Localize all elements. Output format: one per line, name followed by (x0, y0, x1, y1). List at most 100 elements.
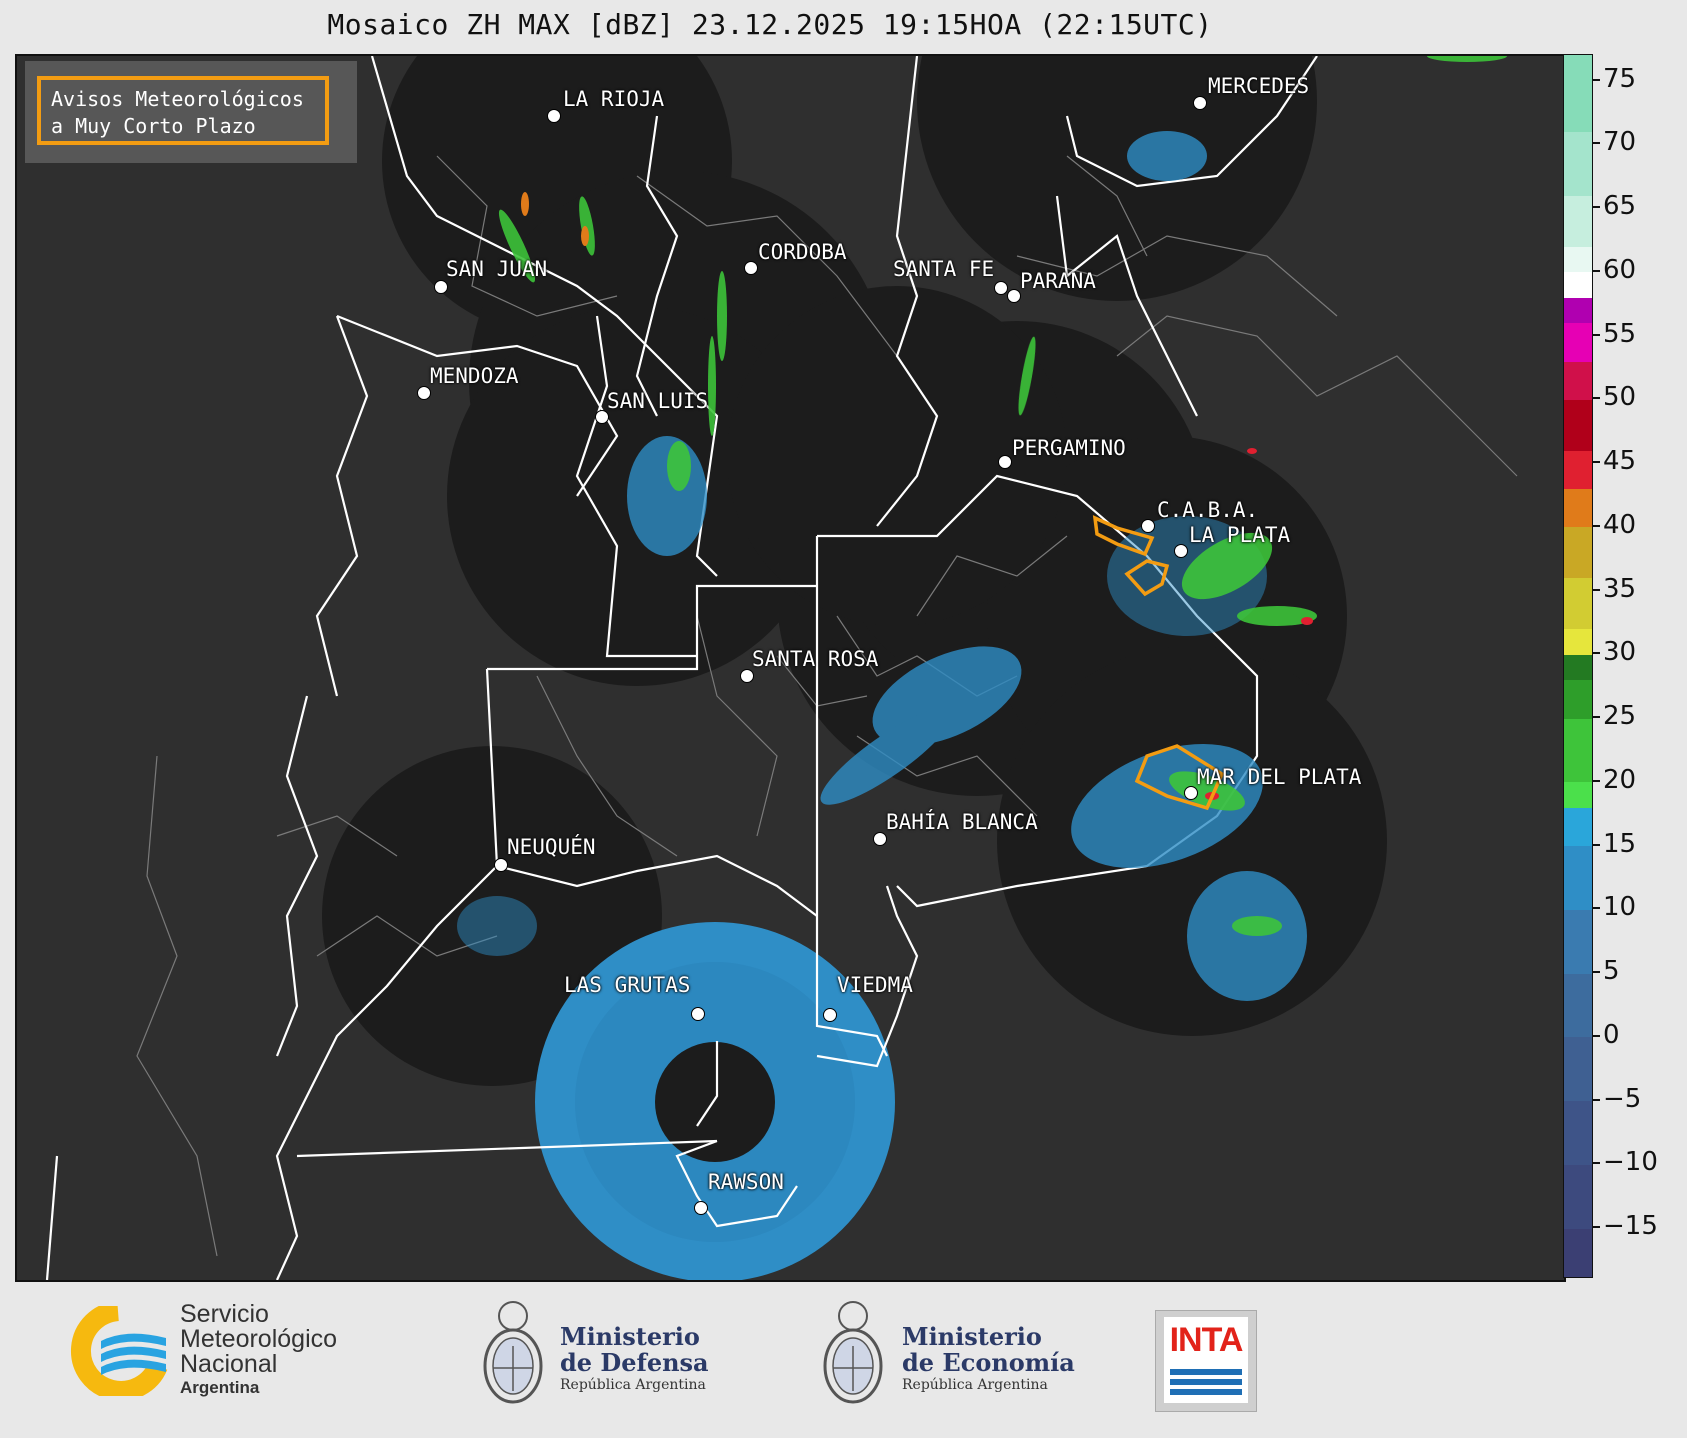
colorbar-tick-mark (1593, 907, 1600, 910)
city-label-bahia-blanca: BAHÍA BLANCA (886, 810, 1038, 834)
city-label-neuquen: NEUQUÉN (507, 835, 596, 859)
map-title: Mosaico ZH MAX [dBZ] 23.12.2025 19:15HOA… (327, 8, 1213, 41)
city-dot-la-rioja[interactable] (547, 109, 561, 123)
city-label-rawson: RAWSON (708, 1170, 784, 1194)
colorbar-tick-mark (1593, 779, 1600, 782)
colorbar-segment (1564, 246, 1592, 273)
city-dot-rawson[interactable] (694, 1201, 708, 1215)
colorbar-segment (1564, 1228, 1592, 1277)
city-label-viedma: VIEDMA (837, 973, 913, 997)
colorbar-segment (1564, 322, 1592, 362)
colorbar-tick-label: 0 (1603, 1019, 1620, 1050)
colorbar-tick-mark (1593, 652, 1600, 655)
colorbar-tick-label: 25 (1603, 701, 1637, 731)
smn-line-1: Servicio (180, 1300, 269, 1328)
dbz-colorbar (1563, 54, 1593, 1278)
city-label-santa-rosa: SANTA ROSA (752, 647, 879, 671)
city-dot-viedma[interactable] (823, 1008, 837, 1022)
colorbar-tick-label: 40 (1603, 509, 1637, 540)
colorbar-tick-label: −10 (1603, 1147, 1658, 1178)
colorbar-segment (1564, 271, 1592, 298)
city-dot-santa-rosa[interactable] (740, 669, 754, 683)
smn-line-3: Nacional (180, 1350, 278, 1378)
colorbar-tick-label: 30 (1603, 637, 1637, 668)
defensa-line-3: República Argentina (560, 1377, 706, 1393)
city-label-mendoza: MENDOZA (430, 364, 519, 388)
colorbar-tick-mark (1593, 1162, 1600, 1165)
city-dot-caba[interactable] (1141, 519, 1155, 533)
colorbar-segment (1564, 399, 1592, 451)
colorbar-tick-mark (1593, 78, 1600, 81)
coat-of-arms-icon (483, 1301, 543, 1404)
colorbar-segment (1564, 1100, 1592, 1165)
colorbar-tick-mark (1593, 1226, 1600, 1228)
city-dot-cordoba[interactable] (744, 261, 758, 275)
city-dot-mercedes[interactable] (1193, 96, 1207, 110)
city-label-san-luis: SAN LUIS (607, 389, 709, 413)
colorbar-tick-mark (1593, 142, 1600, 145)
colorbar-segment (1564, 131, 1592, 196)
colorbar-tick-mark (1593, 843, 1600, 846)
city-dot-mendoza[interactable] (417, 386, 431, 400)
radar-map[interactable]: Avisos Meteorológicos a Muy Corto Plazo … (15, 54, 1566, 1282)
defensa-line-2: de Defensa (560, 1348, 709, 1377)
smn-line-2: Meteorológico (180, 1325, 338, 1353)
colorbar-segment (1564, 450, 1592, 489)
colorbar-tick-label: 70 (1603, 127, 1637, 158)
colorbar-segment (1564, 1036, 1592, 1101)
inta-logo: INTA (1155, 1310, 1257, 1412)
colorbar-tick-label: 55 (1603, 318, 1637, 349)
colorbar-segment (1564, 577, 1592, 630)
colorbar-segment (1564, 195, 1592, 247)
city-label-la-plata: LA PLATA (1189, 523, 1291, 547)
city-label-mar-del-plata: MAR DEL PLATA (1197, 765, 1362, 789)
colorbar-segment (1564, 973, 1592, 1038)
city-label-san-juan: SAN JUAN (446, 257, 548, 281)
colorbar-tick-label: 15 (1603, 828, 1637, 859)
colorbar-tick-mark (1593, 524, 1600, 527)
defensa-line-1: Ministerio (560, 1322, 700, 1351)
city-dot-mar-del-plata[interactable] (1184, 786, 1198, 800)
ministerio-economia-wordmark: Ministerio de Economía República Argenti… (902, 1324, 1075, 1394)
city-label-pergamino: PERGAMINO (1012, 436, 1126, 460)
economia-line-2: de Economía (902, 1348, 1075, 1377)
colorbar-segment (1564, 845, 1592, 910)
colorbar-segment (1564, 1164, 1592, 1229)
city-dot-la-plata[interactable] (1174, 544, 1188, 558)
city-label-caba: C.A.B.A. (1157, 498, 1259, 522)
city-label-la-rioja: LA RIOJA (563, 87, 665, 111)
colorbar-segment (1564, 807, 1592, 846)
colorbar-tick-label: 75 (1603, 63, 1637, 94)
colorbar-segment (1564, 488, 1592, 528)
economia-line-1: Ministerio (902, 1322, 1042, 1351)
city-dot-parana[interactable] (1007, 289, 1021, 303)
city-dot-las-grutas[interactable] (691, 1007, 705, 1021)
colorbar-segment (1564, 654, 1592, 681)
colorbar-tick-mark (1593, 1034, 1600, 1037)
inta-logo-text: INTA (1169, 1321, 1244, 1359)
colorbar-segment (1564, 361, 1592, 400)
colorbar-tick-mark (1593, 333, 1600, 336)
colorbar-tick-mark (1593, 269, 1600, 272)
city-dot-neuquen[interactable] (494, 858, 508, 872)
colorbar-tick-mark (1593, 1098, 1600, 1101)
city-dot-bahia-blanca[interactable] (873, 832, 887, 846)
city-dot-pergamino[interactable] (998, 455, 1012, 469)
city-label-santa-fe: SANTA FE (893, 257, 995, 281)
colorbar-tick-label: 65 (1603, 191, 1637, 221)
aviso-legend-box: Avisos Meteorológicos a Muy Corto Plazo (37, 76, 329, 145)
colorbar-segment (1564, 526, 1592, 579)
city-label-cordoba: CORDOBA (758, 240, 847, 264)
colorbar-tick-label: 60 (1603, 254, 1637, 285)
ministerio-defensa-wordmark: Ministerio de Defensa República Argentin… (560, 1324, 709, 1394)
colorbar-segment (1564, 297, 1592, 324)
colorbar-tick-label: 5 (1603, 956, 1620, 986)
coat-of-arms-icon (823, 1301, 883, 1404)
city-dot-san-juan[interactable] (434, 280, 448, 294)
economia-line-3: República Argentina (902, 1377, 1048, 1393)
smn-wordmark: Servicio Meteorológico Nacional Argentin… (180, 1302, 337, 1399)
city-label-las-grutas: LAS GRUTAS (564, 973, 691, 997)
colorbar-tick-label: 20 (1603, 764, 1637, 795)
colorbar-tick-label: −15 (1603, 1211, 1658, 1241)
city-dot-santa-fe[interactable] (994, 281, 1008, 295)
